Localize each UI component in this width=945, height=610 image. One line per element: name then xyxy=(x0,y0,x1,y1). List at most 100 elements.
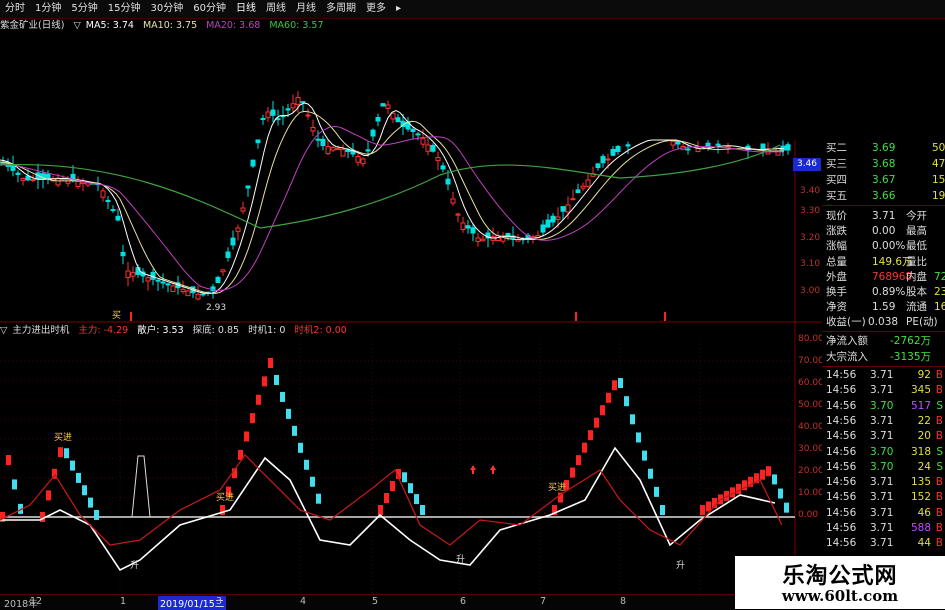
tick-side: B xyxy=(935,430,943,443)
quote-label-2: 内盘 xyxy=(906,270,927,283)
orderbook-label: 买五 xyxy=(826,190,847,202)
candle xyxy=(15,172,21,175)
date-label: 7 xyxy=(540,596,547,607)
candle xyxy=(475,237,481,242)
tick-row: 14:56 3.71 92 B xyxy=(822,368,945,383)
indicator-bar xyxy=(612,380,617,391)
tick-price: 3.70 xyxy=(870,460,894,473)
candle xyxy=(290,103,296,109)
date-label: 12 xyxy=(30,596,43,607)
candle xyxy=(320,138,326,147)
tick-side: B xyxy=(935,506,943,519)
tick-side: B xyxy=(935,537,943,550)
quote-panel: 买二 3.69 50 买三 3.68 47 买四 3.67 15 买五 3.66 19 现价 3.71 今开… xyxy=(822,140,945,560)
candle xyxy=(270,109,276,116)
candle xyxy=(395,117,401,123)
tick-price: 3.71 xyxy=(870,476,894,489)
quote-label: 现价 xyxy=(826,210,847,222)
candle xyxy=(465,225,471,229)
date-axis: 2018年 12 1 2019/01/15二 3 4 5 6 7 8 xyxy=(0,594,735,610)
candle xyxy=(480,238,486,242)
indicator-bar xyxy=(304,459,309,470)
indicator-bar xyxy=(700,505,705,515)
candle xyxy=(255,139,261,144)
quote-row: 涨幅 0.00% 最低 xyxy=(822,238,945,254)
date-label: 5 xyxy=(372,596,379,607)
quote-row: 总量 149.6万 量比 xyxy=(822,254,945,270)
indicator-bar xyxy=(274,374,279,385)
candle xyxy=(370,129,376,137)
indicator-bar xyxy=(94,509,99,520)
candle xyxy=(165,283,171,286)
watermark: 乐淘公式网 www.60lt.com xyxy=(735,556,945,609)
tick-vol: 135 xyxy=(910,476,931,489)
indicator-bar xyxy=(606,392,611,403)
candle xyxy=(560,206,566,212)
orderbook-price: 3.69 xyxy=(872,142,896,154)
quote-label: 总量 xyxy=(826,255,847,268)
quote-label: 收益(一) xyxy=(826,316,866,329)
candle xyxy=(100,190,106,198)
indicator-bar xyxy=(706,501,711,512)
tick-time: 14:56 xyxy=(826,445,857,458)
indicator-bar xyxy=(570,467,575,478)
candle xyxy=(715,143,721,146)
indicator-bar xyxy=(648,468,653,479)
candle xyxy=(230,237,236,246)
indicator-bar xyxy=(46,490,51,501)
indicator-title[interactable]: 主力进出时机 xyxy=(12,325,69,336)
tick-time: 14:56 xyxy=(826,537,857,550)
tick-time: 14:56 xyxy=(826,491,857,504)
indicator-bar xyxy=(594,417,599,428)
quote-label-2: PE(动) xyxy=(906,316,938,329)
signal-mark: 买进 xyxy=(54,432,72,443)
signal-mark: 买进 xyxy=(548,482,566,493)
quote-label: 涨跌 xyxy=(826,225,847,238)
candle xyxy=(565,204,571,213)
orderbook-row: 买二 3.69 50 xyxy=(822,140,945,156)
tick-side: B xyxy=(935,491,943,504)
indicator-bar xyxy=(298,442,303,453)
tick-vol: 20 xyxy=(917,430,931,443)
dropdown-icon[interactable]: ▽ xyxy=(0,325,7,336)
indicator-bar xyxy=(280,391,285,402)
candle xyxy=(415,133,421,136)
indicator-bar xyxy=(588,430,593,441)
candle xyxy=(325,146,331,154)
tick-side: B xyxy=(935,414,943,427)
tick-vol: 318 xyxy=(910,445,931,458)
candle xyxy=(295,97,301,105)
orderbook-price: 3.67 xyxy=(872,174,896,186)
main-force-value: -4.29 xyxy=(103,325,129,336)
arrow-up-icon xyxy=(490,465,496,474)
candle xyxy=(120,251,126,257)
ind-axis-label: 10.00 xyxy=(798,488,824,498)
indicator-bar xyxy=(316,493,321,504)
tick-price: 3.70 xyxy=(870,399,894,412)
flow-label: 净流入额 xyxy=(826,335,868,347)
quote-label: 换手 xyxy=(826,286,847,298)
candle xyxy=(375,117,381,122)
candle xyxy=(45,173,51,180)
tick-price: 3.71 xyxy=(870,522,894,534)
indicator-bar xyxy=(636,432,641,443)
tick-vol: 46 xyxy=(917,506,931,519)
signal-mark: 升 xyxy=(130,560,139,571)
candle xyxy=(30,179,36,182)
indicator-bar xyxy=(576,455,581,466)
candle xyxy=(340,149,346,157)
quote-row: 净资 1.59 流通 16 xyxy=(822,299,945,315)
date-label: 8 xyxy=(620,596,627,607)
indicator-bar xyxy=(310,476,315,487)
candle xyxy=(455,213,461,216)
indicator-bar xyxy=(766,466,771,477)
candle xyxy=(225,251,231,258)
quote-value-2: 23 xyxy=(934,286,945,298)
candle xyxy=(250,159,256,167)
timing-spike xyxy=(131,455,151,518)
candle xyxy=(330,147,336,151)
orderbook-vol: 19 xyxy=(932,190,945,202)
timing1-value: 时机1: 0 xyxy=(248,325,286,336)
candle xyxy=(580,185,586,189)
kline-chart[interactable]: 3.463.403.303.203.103.0080.0070.0060.005… xyxy=(0,0,945,609)
